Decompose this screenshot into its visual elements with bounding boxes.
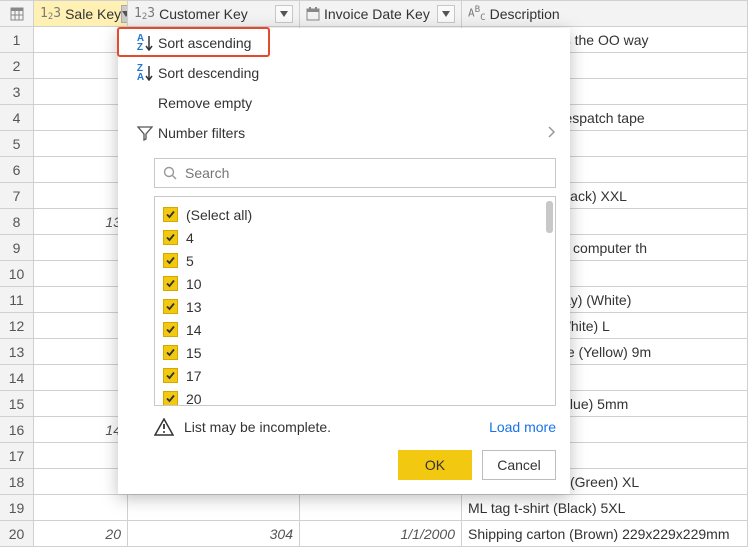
search-icon bbox=[163, 166, 177, 180]
cell-sale-key[interactable] bbox=[34, 105, 128, 131]
number-type-icon: 123 bbox=[40, 6, 61, 21]
cell-sale-key[interactable] bbox=[34, 183, 128, 209]
row-header[interactable]: 12 bbox=[0, 313, 34, 339]
cell-sale-key[interactable] bbox=[34, 391, 128, 417]
filter-values-list: (Select all) 45101314151720 bbox=[154, 196, 556, 406]
row-header[interactable]: 15 bbox=[0, 391, 34, 417]
cell-sale-key[interactable] bbox=[34, 53, 128, 79]
cell-sale-key[interactable] bbox=[34, 235, 128, 261]
cell-sale-key[interactable] bbox=[34, 261, 128, 287]
column-header-sale-key[interactable]: 123 Sale Key bbox=[34, 1, 128, 27]
cell-customer-key[interactable]: 304 bbox=[128, 521, 300, 547]
row-header[interactable]: 19 bbox=[0, 495, 34, 521]
column-header-description[interactable]: ABC Description bbox=[462, 1, 748, 27]
row-header[interactable]: 7 bbox=[0, 183, 34, 209]
number-type-icon: 123 bbox=[134, 6, 155, 21]
cell-sale-key[interactable] bbox=[34, 469, 128, 495]
load-more-link[interactable]: Load more bbox=[489, 419, 556, 435]
checkbox-checked-icon[interactable] bbox=[163, 276, 178, 291]
remove-empty-item[interactable]: Remove empty bbox=[118, 88, 570, 118]
filter-dropdown-icon[interactable] bbox=[121, 5, 128, 23]
row-header[interactable]: 1 bbox=[0, 27, 34, 53]
filter-value-row[interactable]: 14 bbox=[163, 318, 547, 341]
filter-value-row[interactable]: 15 bbox=[163, 341, 547, 364]
funnel-icon bbox=[132, 125, 158, 141]
checkbox-checked-icon[interactable] bbox=[163, 368, 178, 383]
cell-invoice-date[interactable] bbox=[300, 495, 462, 521]
warning-icon bbox=[154, 418, 174, 436]
row-header[interactable]: 11 bbox=[0, 287, 34, 313]
cell-sale-key[interactable] bbox=[34, 79, 128, 105]
sort-ascending-item[interactable]: AZ Sort ascending bbox=[118, 28, 570, 58]
checkbox-checked-icon[interactable] bbox=[163, 207, 178, 222]
row-header[interactable]: 9 bbox=[0, 235, 34, 261]
incomplete-warning-text: List may be incomplete. bbox=[184, 419, 489, 435]
filter-dropdown-icon[interactable] bbox=[275, 5, 293, 23]
filter-dropdown-icon[interactable] bbox=[437, 5, 455, 23]
row-header[interactable]: 6 bbox=[0, 157, 34, 183]
column-label: Invoice Date Key bbox=[324, 6, 437, 22]
text-type-icon: ABC bbox=[468, 4, 486, 23]
cell-sale-key[interactable] bbox=[34, 443, 128, 469]
cell-sale-key[interactable] bbox=[34, 27, 128, 53]
filter-value-row[interactable]: 20 bbox=[163, 387, 547, 406]
filter-value-row[interactable]: 10 bbox=[163, 272, 547, 295]
checkbox-checked-icon[interactable] bbox=[163, 345, 178, 360]
column-label: Sale Key bbox=[65, 6, 121, 22]
checkbox-checked-icon[interactable] bbox=[163, 391, 178, 406]
cell-description[interactable]: ML tag t-shirt (Black) 5XL bbox=[462, 495, 748, 521]
filter-value-row[interactable]: 4 bbox=[163, 226, 547, 249]
sort-ascending-icon: AZ bbox=[132, 34, 158, 52]
search-input[interactable] bbox=[185, 165, 547, 181]
ok-button[interactable]: OK bbox=[398, 450, 472, 480]
cell-description[interactable]: Shipping carton (Brown) 229x229x229mm bbox=[462, 521, 748, 547]
checkbox-checked-icon[interactable] bbox=[163, 299, 178, 314]
column-label: Customer Key bbox=[159, 6, 275, 22]
select-all-corner[interactable] bbox=[0, 1, 34, 27]
row-header[interactable]: 4 bbox=[0, 105, 34, 131]
select-all-row[interactable]: (Select all) bbox=[163, 203, 547, 226]
cell-sale-key[interactable] bbox=[34, 287, 128, 313]
cancel-button[interactable]: Cancel bbox=[482, 450, 556, 480]
checkbox-checked-icon[interactable] bbox=[163, 253, 178, 268]
cell-sale-key[interactable]: 13 bbox=[34, 209, 128, 235]
row-header[interactable]: 16 bbox=[0, 417, 34, 443]
row-header[interactable]: 10 bbox=[0, 261, 34, 287]
row-header[interactable]: 5 bbox=[0, 131, 34, 157]
row-header[interactable]: 8 bbox=[0, 209, 34, 235]
cell-customer-key[interactable] bbox=[128, 495, 300, 521]
row-header[interactable]: 3 bbox=[0, 79, 34, 105]
filter-value-row[interactable]: 5 bbox=[163, 249, 547, 272]
cell-sale-key[interactable] bbox=[34, 339, 128, 365]
cell-invoice-date[interactable]: 1/1/2000 bbox=[300, 521, 462, 547]
cell-sale-key[interactable] bbox=[34, 131, 128, 157]
filter-value-row[interactable]: 17 bbox=[163, 364, 547, 387]
cell-sale-key[interactable]: 20 bbox=[34, 521, 128, 547]
checkbox-checked-icon[interactable] bbox=[163, 230, 178, 245]
search-input-wrapper[interactable] bbox=[154, 158, 556, 188]
scrollbar-thumb[interactable] bbox=[546, 201, 553, 233]
checkbox-checked-icon[interactable] bbox=[163, 322, 178, 337]
column-label: Description bbox=[490, 6, 741, 22]
row-header[interactable]: 13 bbox=[0, 339, 34, 365]
row-header[interactable]: 17 bbox=[0, 443, 34, 469]
column-header-customer-key[interactable]: 123 Customer Key bbox=[128, 1, 300, 27]
sort-descending-item[interactable]: ZA Sort descending bbox=[118, 58, 570, 88]
filter-menu: AZ Sort ascending ZA Sort descending Rem… bbox=[118, 28, 570, 494]
sort-descending-icon: ZA bbox=[132, 64, 158, 82]
cell-sale-key[interactable] bbox=[34, 365, 128, 391]
number-filters-item[interactable]: Number filters bbox=[118, 118, 570, 148]
row-header[interactable]: 2 bbox=[0, 53, 34, 79]
row-header[interactable]: 14 bbox=[0, 365, 34, 391]
column-header-invoice-date-key[interactable]: Invoice Date Key bbox=[300, 1, 462, 27]
cell-sale-key[interactable] bbox=[34, 157, 128, 183]
filter-value-row[interactable]: 13 bbox=[163, 295, 547, 318]
cell-sale-key[interactable] bbox=[34, 313, 128, 339]
row-header[interactable]: 20 bbox=[0, 521, 34, 547]
cell-sale-key[interactable] bbox=[34, 495, 128, 521]
chevron-right-icon bbox=[548, 125, 556, 141]
row-header[interactable]: 18 bbox=[0, 469, 34, 495]
date-type-icon bbox=[306, 7, 320, 21]
cell-sale-key[interactable]: 14 bbox=[34, 417, 128, 443]
